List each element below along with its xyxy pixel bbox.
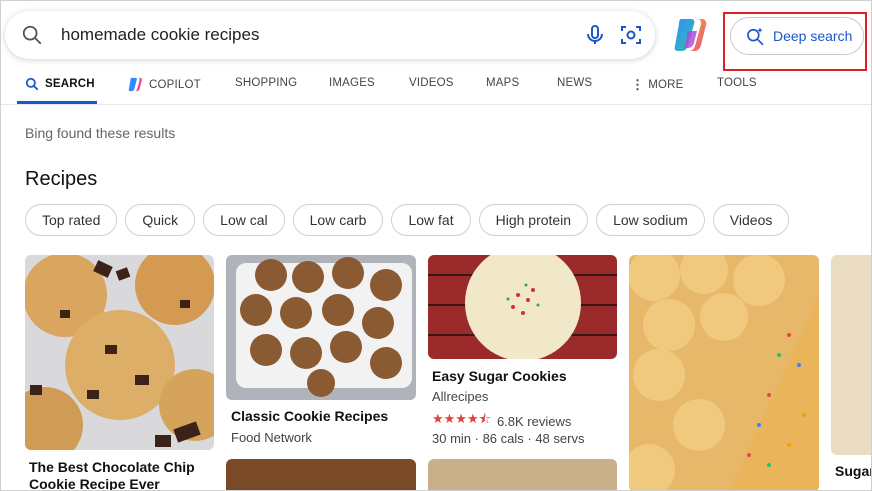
recipe-title[interactable]: Classic Cookie Recipes — [231, 408, 388, 425]
tab-label: SHOPPING — [235, 77, 298, 89]
search-icon — [22, 25, 42, 45]
search-input[interactable]: homemade cookie recipes — [61, 25, 259, 45]
more-dots-icon: ⋮ — [631, 77, 645, 92]
copilot-logo-icon[interactable] — [673, 17, 709, 53]
filter-chip[interactable]: Quick — [125, 204, 196, 236]
recipe-rating: ★★★★⯪ 6.8K reviews — [432, 410, 571, 432]
rating-stars-icon: ★★★★⯪ — [432, 411, 491, 426]
tab-label: MAPS — [486, 77, 520, 89]
filter-chip[interactable]: Top rated — [25, 204, 118, 236]
filter-chip[interactable]: Videos — [712, 204, 790, 236]
copilot-icon — [128, 77, 142, 92]
deep-search-icon — [747, 27, 764, 46]
deep-search-button[interactable]: Deep search — [730, 17, 864, 55]
cookie-photo — [428, 255, 617, 359]
review-count: 6.8K reviews — [496, 413, 572, 429]
tab-search[interactable]: SEARCH — [25, 77, 95, 91]
filter-chip[interactable]: High protein — [478, 204, 589, 236]
microphone-icon[interactable] — [583, 23, 607, 47]
tab-copilot[interactable]: COPILOT — [128, 77, 201, 92]
tab-label: IMAGES — [329, 77, 375, 89]
cookie-photo — [25, 255, 214, 450]
recipe-title[interactable]: Easy Sugar Cookies — [432, 368, 567, 385]
tab-videos[interactable]: VIDEOS — [409, 77, 454, 89]
tab-news[interactable]: NEWS — [557, 77, 592, 89]
tab-label: VIDEOS — [409, 77, 454, 89]
recipe-image-row2[interactable] — [428, 459, 617, 490]
tab-tools[interactable]: TOOLS — [717, 77, 757, 89]
search-bar[interactable]: homemade cookie recipes — [5, 11, 655, 59]
recipe-image-sprinkle[interactable] — [629, 255, 819, 490]
filter-chip[interactable]: Low cal — [203, 204, 285, 236]
filter-chip[interactable]: Low carb — [292, 204, 384, 236]
tab-more[interactable]: ⋮ MORE — [631, 77, 684, 93]
search-icon — [25, 77, 39, 91]
cookie-photo — [629, 255, 819, 490]
recipe-image-sugar-partial[interactable] — [831, 255, 871, 455]
active-tab-indicator — [17, 101, 97, 104]
recipe-image-chocolate-chip[interactable] — [25, 255, 214, 450]
deep-search-label: Deep search — [773, 28, 853, 44]
recipe-source[interactable]: Food Network — [231, 430, 312, 445]
tab-maps[interactable]: MAPS — [486, 77, 519, 89]
tab-label: NEWS — [557, 77, 593, 89]
recipe-source[interactable]: Allrecipes — [432, 389, 488, 404]
bing-results-page: homemade cookie recipes Deep search SEAR… — [0, 0, 872, 491]
tab-shopping[interactable]: SHOPPING — [235, 77, 297, 89]
recipe-meta: 30 min · 86 cals · 48 servs — [432, 431, 585, 446]
recipes-heading: Recipes — [25, 168, 98, 190]
filter-chip[interactable]: Low fat — [391, 204, 471, 236]
tab-images[interactable]: IMAGES — [329, 77, 375, 89]
filter-chip[interactable]: Low sodium — [596, 204, 705, 236]
recipe-title[interactable]: The Best Chocolate Chip Cookie Recipe Ev… — [29, 459, 214, 490]
scope-tabs: SEARCH COPILOT SHOPPING IMAGES VIDEOS MA… — [1, 65, 871, 105]
deep-search-highlight: Deep search — [723, 12, 867, 71]
recipe-image-sugar[interactable] — [428, 255, 617, 359]
recipe-image-row2[interactable] — [226, 459, 416, 490]
recipe-title[interactable]: Sugar — [835, 463, 871, 480]
recipe-filter-chips: Top rated Quick Low cal Low carb Low fat… — [25, 204, 790, 236]
recipe-image-classic[interactable] — [226, 255, 416, 400]
tab-label: MORE — [648, 79, 684, 91]
tab-label: COPILOT — [149, 78, 201, 91]
results-note: Bing found these results — [25, 125, 176, 141]
tab-label: TOOLS — [717, 77, 757, 89]
visual-search-icon[interactable] — [619, 23, 643, 47]
cookie-photo — [236, 257, 412, 397]
tab-label: SEARCH — [45, 78, 95, 90]
